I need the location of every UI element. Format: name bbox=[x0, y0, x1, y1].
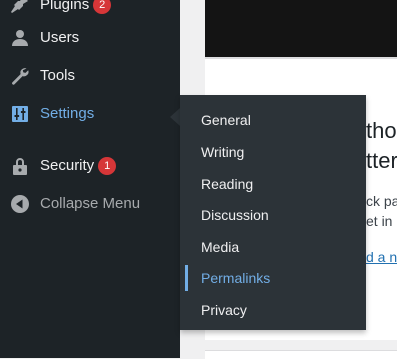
submenu-item-label: Discussion bbox=[201, 207, 269, 223]
plugin-icon bbox=[10, 0, 30, 15]
submenu-item-writing[interactable]: Writing bbox=[180, 137, 366, 165]
submenu-item-permalinks[interactable]: Permalinks bbox=[180, 263, 366, 291]
sidebar-item-users[interactable]: Users bbox=[0, 21, 180, 55]
notification-count-badge: 1 bbox=[98, 157, 117, 175]
sidebar-item-label: Settings bbox=[40, 105, 95, 122]
sliders-icon bbox=[10, 104, 30, 124]
submenu-item-media[interactable]: Media bbox=[180, 232, 366, 260]
sidebar-item-label: Collapse Menu bbox=[40, 195, 141, 212]
text-fragment: ck pa bbox=[366, 193, 397, 209]
submenu-item-general[interactable]: General bbox=[180, 105, 366, 133]
collapse-arrow-icon bbox=[10, 194, 30, 214]
divider bbox=[205, 57, 397, 59]
current-indicator bbox=[185, 265, 188, 291]
content-banner-image bbox=[205, 0, 397, 57]
sidebar-item-label: Tools bbox=[40, 67, 76, 84]
user-icon bbox=[10, 28, 30, 48]
heading-fragment: tho bbox=[366, 118, 397, 143]
submenu-item-label: Privacy bbox=[201, 302, 247, 318]
submenu-item-discussion[interactable]: Discussion bbox=[180, 200, 366, 228]
submenu-item-reading[interactable]: Reading bbox=[180, 169, 366, 197]
heading-fragment: tter bbox=[366, 148, 397, 173]
sidebar-item-settings[interactable]: Settings bbox=[0, 97, 180, 131]
wrench-icon bbox=[10, 66, 30, 86]
sidebar-item-plugins[interactable]: Plugins 2 bbox=[0, 0, 180, 22]
update-count-badge: 2 bbox=[93, 0, 112, 14]
lock-icon bbox=[10, 156, 30, 176]
text-fragment: et in bbox=[366, 213, 393, 229]
submenu-item-label: Writing bbox=[201, 144, 245, 160]
submenu-item-label: Reading bbox=[201, 176, 254, 192]
content-link[interactable]: d a ne bbox=[366, 249, 397, 265]
admin-sidebar: Plugins 2 Users Tools Settings Security … bbox=[0, 0, 180, 358]
submenu-item-label: Permalinks bbox=[201, 270, 271, 286]
submenu-item-label: General bbox=[201, 112, 251, 128]
sidebar-item-label: Security bbox=[40, 157, 95, 174]
submenu-item-privacy[interactable]: Privacy bbox=[180, 295, 366, 323]
sidebar-item-security[interactable]: Security 1 bbox=[0, 149, 180, 183]
submenu-item-label: Media bbox=[201, 239, 240, 255]
flyout-pointer bbox=[170, 108, 180, 126]
sidebar-item-label: Users bbox=[40, 29, 80, 46]
sidebar-item-tools[interactable]: Tools bbox=[0, 59, 180, 93]
settings-submenu: General Writing Reading Discussion Media… bbox=[180, 95, 366, 330]
sidebar-item-label: Plugins bbox=[40, 0, 90, 13]
collapse-menu-button[interactable]: Collapse Menu bbox=[0, 187, 180, 221]
